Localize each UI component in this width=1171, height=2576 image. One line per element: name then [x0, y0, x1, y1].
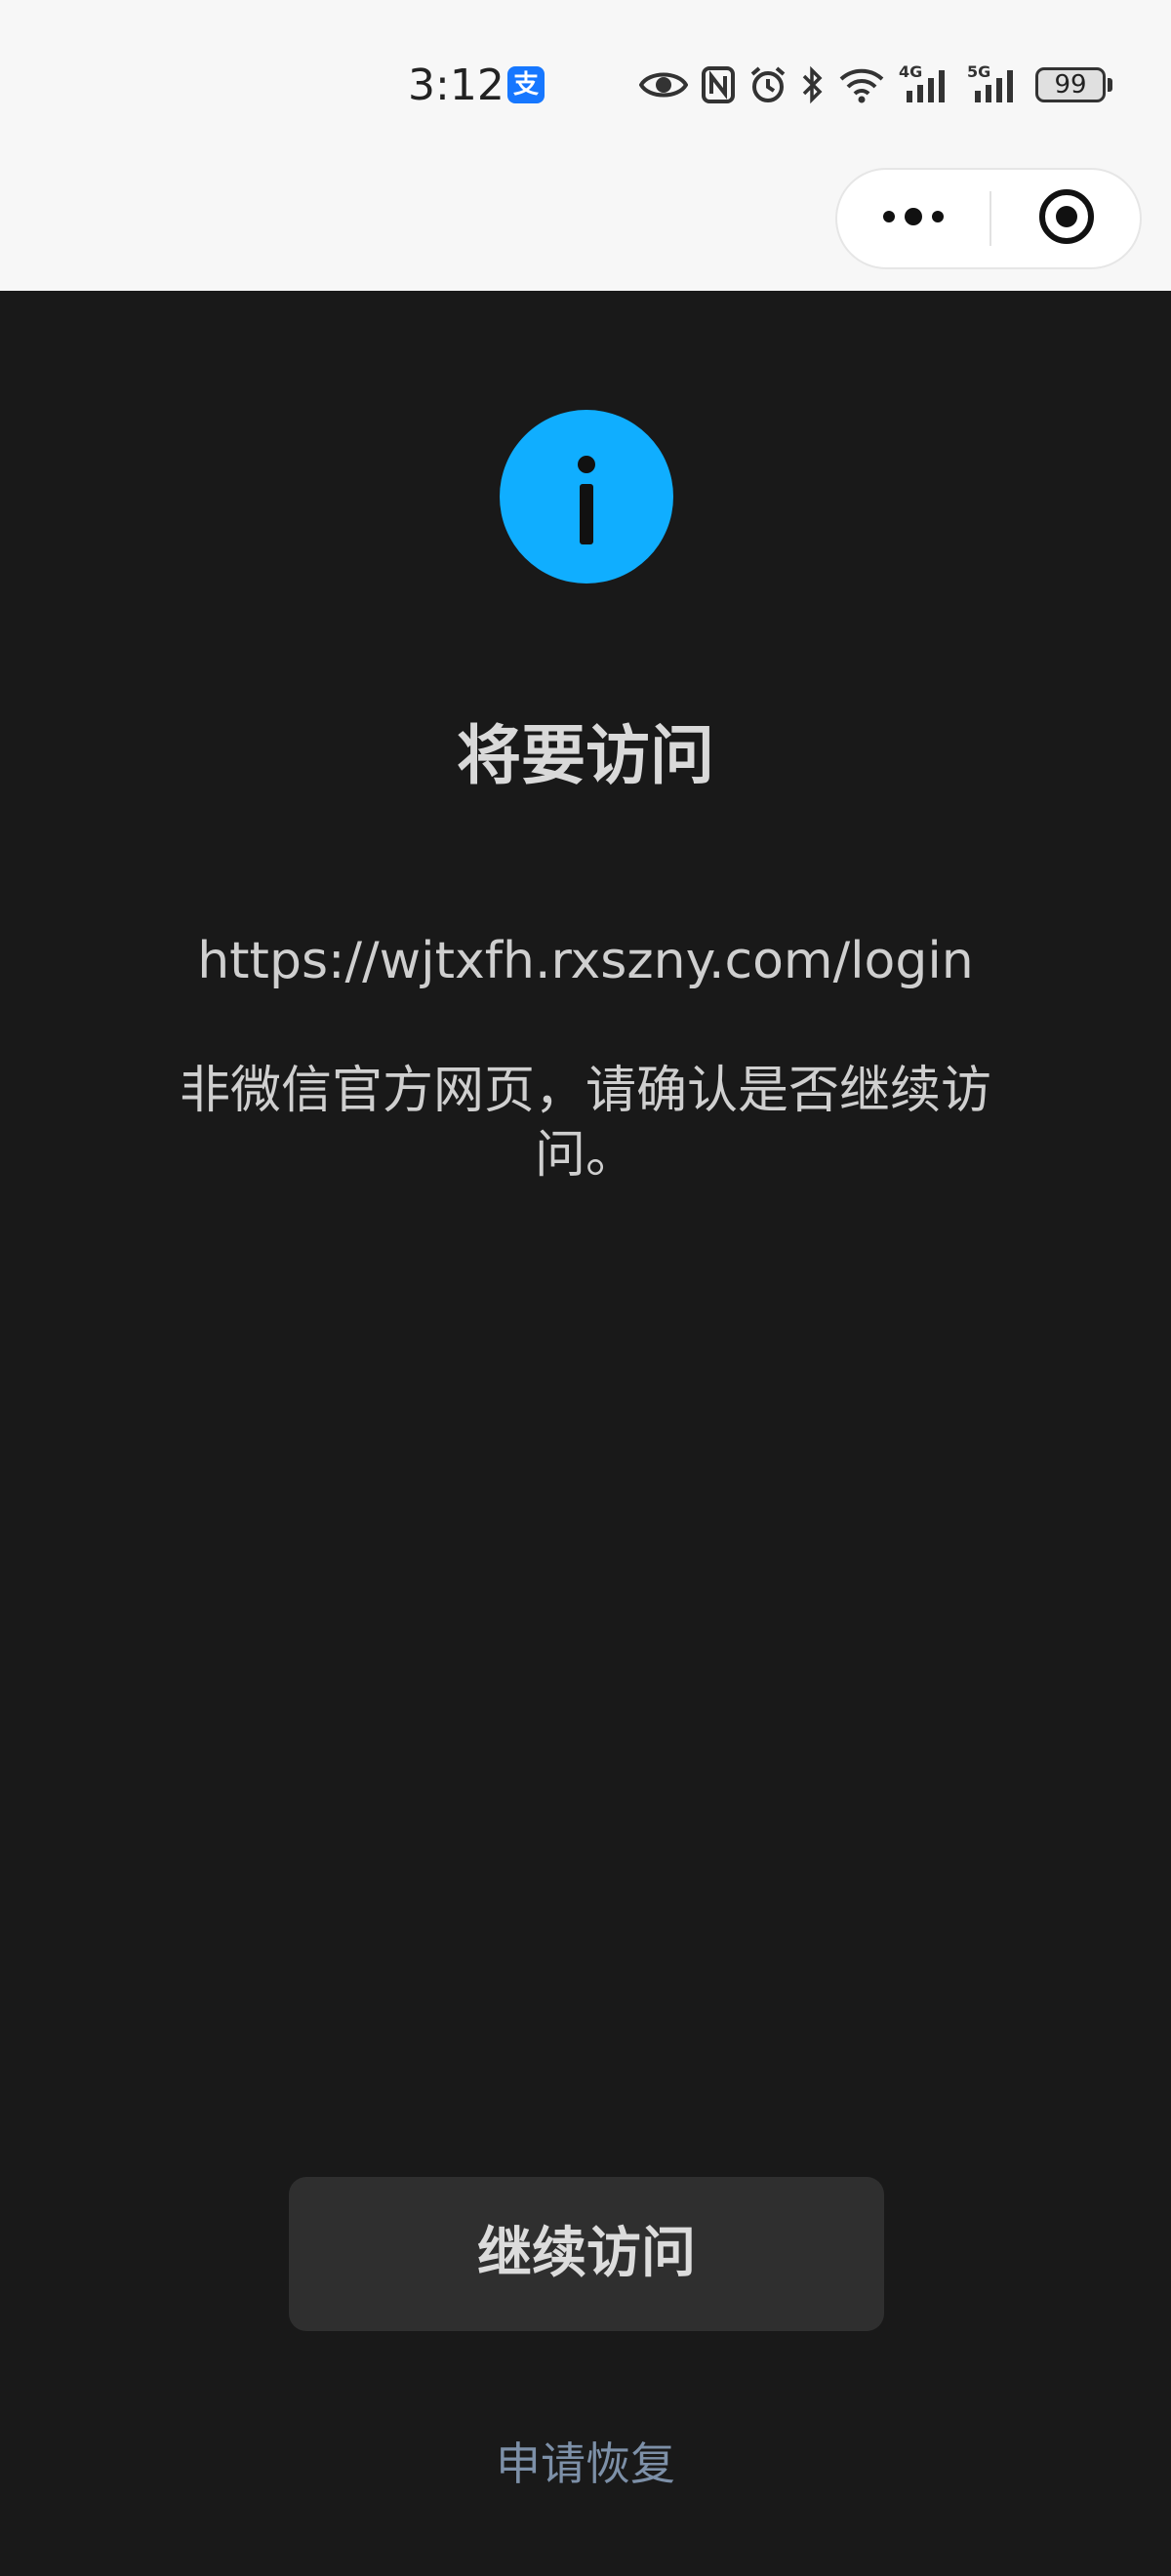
- nfc-icon: [702, 66, 735, 103]
- request-restore-link[interactable]: 申请恢复: [0, 2430, 1171, 2498]
- more-dots-icon: [881, 207, 946, 230]
- miniprogram-capsule: [835, 168, 1142, 269]
- continue-visit-button[interactable]: 继续访问: [289, 2177, 884, 2331]
- battery-level: 99: [1035, 67, 1106, 102]
- alarm-icon: [748, 65, 787, 104]
- close-button[interactable]: [991, 170, 1142, 267]
- signal-4g-icon: 4G: [899, 63, 953, 104]
- status-icons: 4G 5G 99: [639, 60, 1112, 109]
- bluetooth-icon: [801, 65, 825, 104]
- alipay-icon: 支: [507, 66, 545, 103]
- wifi-icon: [838, 66, 885, 103]
- more-button[interactable]: [837, 170, 989, 267]
- top-bar: 3:12 支 4G 5G 99: [0, 0, 1171, 291]
- battery-icon: 99: [1035, 67, 1112, 102]
- warning-description: 非微信官方网页，请确认是否继续访问。: [179, 1062, 991, 1185]
- page-title: 将要访问: [457, 718, 714, 793]
- close-miniprogram-icon: [1037, 187, 1096, 250]
- target-url: https://wjtxfh.rxszny.com/login: [197, 932, 974, 990]
- status-time: 3:12: [408, 60, 505, 110]
- signal-5g-icon: 5G: [967, 63, 1022, 104]
- eye-icon: [639, 67, 688, 102]
- info-icon: [500, 410, 673, 584]
- battery-tip: [1108, 78, 1112, 92]
